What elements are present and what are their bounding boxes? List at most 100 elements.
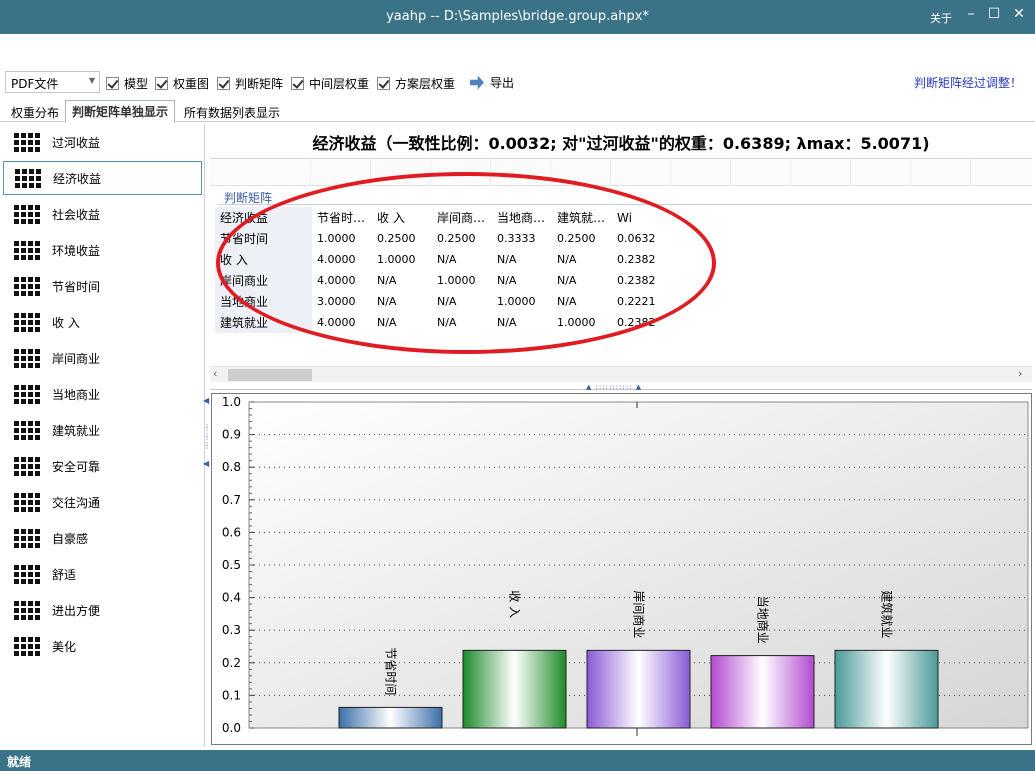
sidebar-item[interactable]: 环境收益 — [3, 233, 202, 267]
matrix-cell[interactable]: 0.2382 — [612, 270, 672, 291]
matrix-cell[interactable]: 0.2382 — [612, 312, 672, 333]
matrix-grid-icon — [14, 636, 40, 656]
y-tick-label: 0.8 — [222, 460, 241, 474]
panel-splitter[interactable]: ▲ ::::::::::: ▲ — [210, 382, 1032, 391]
matrix-cell[interactable]: 0.2500 — [552, 228, 612, 249]
matrix-cell[interactable]: 0.3333 — [492, 228, 552, 249]
y-tick-label: 0.9 — [222, 428, 241, 442]
matrix-cell[interactable]: 1.0000 — [492, 291, 552, 312]
sidebar-item[interactable]: 岸间商业 — [3, 341, 202, 375]
matrix-cell[interactable]: 4.0000 — [312, 249, 372, 270]
matrix-cell[interactable]: 4.0000 — [312, 312, 372, 333]
scrollbar-thumb[interactable] — [228, 369, 312, 381]
matrix-cell[interactable]: 4.0000 — [312, 270, 372, 291]
sidebar-item[interactable]: 自豪感 — [3, 521, 202, 555]
matrix-cell[interactable]: N/A — [372, 291, 432, 312]
sidebar-item[interactable]: 社会收益 — [3, 197, 202, 231]
tab-weight-distribution[interactable]: 权重分布 — [5, 102, 65, 122]
sidebar-item[interactable]: 收 入 — [3, 305, 202, 339]
matrix-grid-icon — [14, 564, 40, 584]
checkbox-model[interactable]: 模型 — [106, 75, 148, 91]
matrix-column-header: 岸间商… — [437, 211, 486, 225]
maximize-button[interactable]: ☐ — [983, 6, 1005, 26]
sidebar-item-label: 过河收益 — [52, 135, 101, 150]
scroll-right-icon[interactable]: › — [1018, 367, 1022, 380]
sidebar-item[interactable]: 安全可靠 — [3, 449, 202, 483]
scroll-left-icon[interactable]: ‹ — [213, 367, 217, 380]
window-title: yaahp -- D:\Samples\bridge.group.ahpx* — [386, 9, 649, 24]
sidebar-item[interactable]: 经济收益 — [3, 161, 202, 195]
matrix-row-header: 节省时间 — [215, 228, 312, 249]
matrix-cell[interactable]: 0.2221 — [612, 291, 672, 312]
sidebar-item[interactable]: 建筑就业 — [3, 413, 202, 447]
sidebar-item[interactable]: 过河收益 — [3, 125, 202, 159]
matrix-cell[interactable]: N/A — [492, 270, 552, 291]
checkbox-judgment-matrix[interactable]: 判断矩阵 — [217, 75, 283, 91]
matrix-cell[interactable]: 1.0000 — [552, 312, 612, 333]
sidebar-item-label: 当地商业 — [52, 387, 101, 402]
matrix-cell[interactable]: N/A — [492, 312, 552, 333]
checkbox-middle-weights[interactable]: 中间层权重 — [291, 75, 369, 91]
sidebar-item[interactable]: 当地商业 — [3, 377, 202, 411]
matrix-column-header: Wi — [617, 210, 632, 225]
minimize-button[interactable]: – — [960, 6, 982, 26]
matrix-cell[interactable]: N/A — [552, 270, 612, 291]
close-button[interactable]: ✕ — [1008, 6, 1030, 26]
checkbox-alternative-weights[interactable]: 方案层权重 — [377, 75, 455, 91]
sidebar-item[interactable]: 交往沟通 — [3, 485, 202, 519]
matrix-cell[interactable]: 0.0632 — [612, 228, 672, 249]
matrix-cell[interactable]: 3.0000 — [312, 291, 372, 312]
sidebar-item[interactable]: 美化 — [3, 629, 202, 663]
status-bar: 就绪 — [0, 750, 1035, 771]
matrix-grid-icon — [14, 528, 40, 548]
matrix-cell[interactable]: 0.2500 — [432, 228, 492, 249]
export-button[interactable]: 导出 — [470, 74, 514, 91]
chart-bar[interactable] — [338, 706, 443, 729]
sidebar-item-label: 舒适 — [52, 567, 77, 582]
matrix-cell[interactable]: 0.2500 — [372, 228, 432, 249]
chart-bar[interactable] — [834, 649, 939, 729]
matrix-column-header: 建筑就… — [557, 211, 606, 225]
checkbox-middle-weights-label: 中间层权重 — [309, 76, 370, 91]
sidebar-item-label: 进出方便 — [52, 603, 101, 618]
checkbox-weight-chart[interactable]: 权重图 — [155, 75, 209, 91]
matrix-grid-icon — [14, 492, 40, 512]
matrix-cell[interactable]: 1.0000 — [372, 249, 432, 270]
matrix-grid-icon — [14, 312, 40, 332]
tab-matrix-separate[interactable]: 判断矩阵单独显示 — [65, 100, 176, 123]
sidebar-item[interactable]: 舒适 — [3, 557, 202, 591]
matrix-cell[interactable]: N/A — [432, 291, 492, 312]
sidebar-item-label: 岸间商业 — [52, 351, 101, 366]
matrix-grid-icon — [14, 204, 40, 224]
matrix-cell[interactable]: N/A — [432, 249, 492, 270]
matrix-grid-icon — [14, 240, 40, 260]
about-menu[interactable]: 关于 — [930, 10, 952, 26]
title-bar: yaahp -- D:\Samples\bridge.group.ahpx* 关… — [0, 0, 1035, 34]
checkbox-alternative-weights-label: 方案层权重 — [395, 76, 456, 91]
matrix-cell[interactable]: N/A — [552, 291, 612, 312]
chart-bar[interactable] — [462, 649, 567, 729]
sidebar-item-label: 社会收益 — [52, 207, 101, 222]
matrix-cell[interactable]: 0.2382 — [612, 249, 672, 270]
horizontal-scrollbar[interactable]: ‹ › — [210, 366, 1032, 382]
sidebar-item[interactable]: 进出方便 — [3, 593, 202, 627]
matrix-cell[interactable]: 1.0000 — [312, 228, 372, 249]
format-select[interactable]: PDF文件 ▼ — [5, 71, 100, 93]
tab-all-data-list[interactable]: 所有数据列表显示 — [178, 102, 286, 122]
chart-bar[interactable] — [586, 649, 691, 729]
matrix-adjusted-link[interactable]: 判断矩阵经过调整！ — [914, 74, 1022, 91]
view-tabs: 权重分布 判断矩阵单独显示 所有数据列表显示 — [0, 100, 1035, 123]
matrix-grid-icon — [14, 384, 40, 404]
matrix-cell[interactable]: N/A — [492, 249, 552, 270]
weight-bar-chart: 0.0 0.1 0.2 0.3 0.4 0.5 0.6 0.7 0.8 0.9 1.0 节省时间 收 … — [211, 393, 1032, 745]
chart-bar[interactable] — [710, 655, 815, 729]
y-tick-label: 0.6 — [222, 525, 241, 539]
matrix-cell[interactable]: N/A — [432, 312, 492, 333]
matrix-cell[interactable]: N/A — [372, 270, 432, 291]
matrix-cell[interactable]: 1.0000 — [432, 270, 492, 291]
matrix-cell[interactable]: N/A — [372, 312, 432, 333]
sidebar-item[interactable]: 节省时间 — [3, 269, 202, 303]
matrix-cell[interactable]: N/A — [552, 249, 612, 270]
bar-category-label: 岸间商业 — [632, 590, 647, 638]
y-tick-label: 0.0 — [222, 721, 241, 735]
